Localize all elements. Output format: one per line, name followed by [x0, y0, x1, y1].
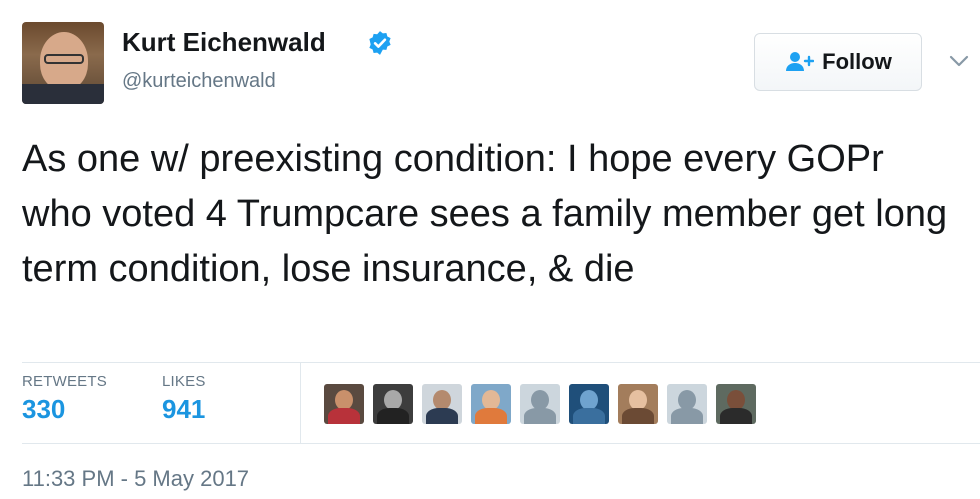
liker-avatars — [324, 384, 756, 424]
author-avatar[interactable] — [22, 22, 104, 104]
retweets-label: RETWEETS — [22, 373, 107, 390]
liker-avatar[interactable] — [667, 384, 707, 424]
author-name[interactable]: Kurt Eichenwald — [122, 27, 326, 58]
follow-button-label: Follow — [822, 49, 892, 74]
retweets-count: 330 — [22, 394, 66, 424]
stats-vertical-divider — [300, 363, 301, 443]
chevron-down-icon[interactable] — [948, 54, 970, 68]
liker-avatar[interactable] — [618, 384, 658, 424]
retweets-stat[interactable]: RETWEETS 330 — [22, 373, 107, 425]
follow-button[interactable]: Follow — [754, 33, 922, 91]
liker-avatar[interactable] — [520, 384, 560, 424]
likes-stat[interactable]: LIKES 941 — [162, 373, 206, 425]
tweet-timestamp[interactable]: 11:33 PM - 5 May 2017 — [22, 466, 249, 492]
liker-avatar[interactable] — [716, 384, 756, 424]
likes-label: LIKES — [162, 373, 206, 390]
verified-badge-icon — [369, 31, 391, 55]
stats-bottom-divider — [22, 443, 980, 444]
avatar-shirt — [22, 84, 104, 104]
avatar-glasses — [44, 54, 84, 64]
tweet-text: As one w/ preexisting condition: I hope … — [22, 138, 948, 290]
author-handle[interactable]: @kurteichenwald — [122, 70, 276, 93]
add-user-icon — [786, 52, 815, 71]
likes-count: 941 — [162, 394, 206, 424]
liker-avatar[interactable] — [324, 384, 364, 424]
liker-avatar[interactable] — [422, 384, 462, 424]
liker-avatar[interactable] — [569, 384, 609, 424]
stats-top-divider — [22, 362, 980, 363]
liker-avatar[interactable] — [373, 384, 413, 424]
liker-avatar[interactable] — [471, 384, 511, 424]
